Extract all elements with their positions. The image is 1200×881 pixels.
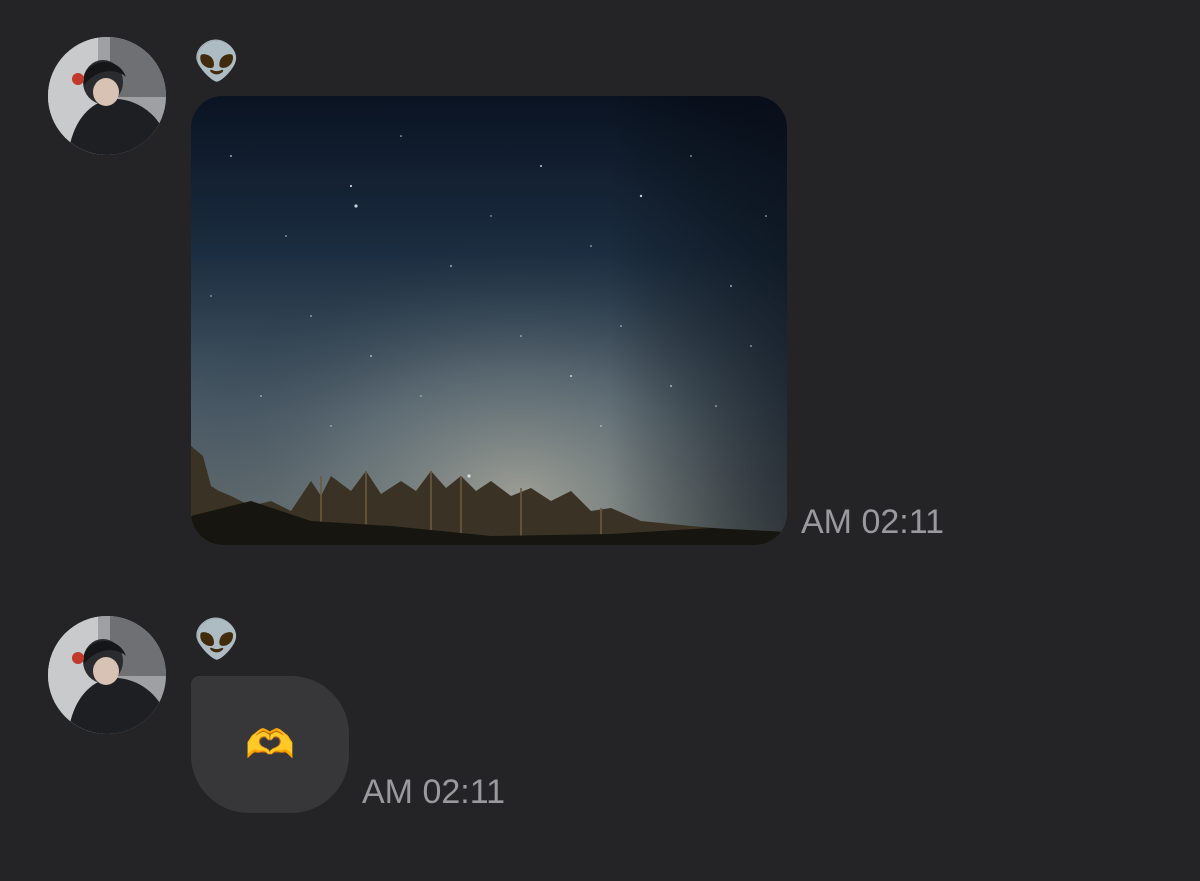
avatar-image — [48, 37, 166, 155]
photo-attachment[interactable] — [191, 96, 787, 545]
sender-name-emoji: 👽 — [193, 41, 241, 83]
emoji-message-bubble[interactable]: 🫶 — [191, 676, 349, 813]
night-sky-photo — [191, 96, 787, 545]
heart-hands-emoji: 🫶 — [245, 723, 295, 767]
avatar-image — [48, 616, 166, 734]
message-timestamp: AM 02:11 — [801, 503, 945, 541]
sender-name-emoji: 👽 — [193, 619, 241, 661]
sender-avatar[interactable] — [48, 37, 166, 155]
message-row: 👽 🫶 AM 02:11 — [0, 580, 1200, 840]
sender-avatar[interactable] — [48, 616, 166, 734]
message-row: 👽 AM 02:11 — [0, 0, 1200, 560]
chat-thread: 👽 AM 02:11 👽 🫶 AM 02:11 — [0, 0, 1200, 881]
message-timestamp: AM 02:11 — [362, 773, 506, 811]
